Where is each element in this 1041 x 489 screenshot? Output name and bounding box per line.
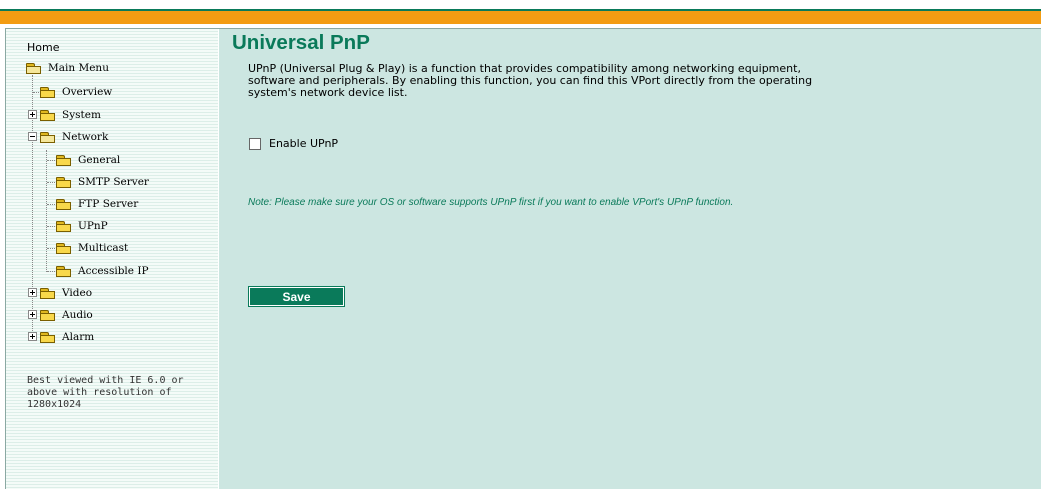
sidebar-home-link[interactable]: Home — [27, 41, 59, 54]
sidebar-item-smtp-server[interactable]: SMTP Server — [56, 173, 149, 190]
sidebar-item-audio[interactable]: Audio — [28, 306, 93, 323]
sidebar-item-network[interactable]: Network — [28, 128, 108, 145]
enable-upnp-option[interactable]: Enable UPnP — [249, 137, 338, 150]
main-content: Universal PnP UPnP (Universal Plug & Pla… — [219, 29, 1041, 489]
sidebar-item-label: Main Menu — [48, 61, 109, 74]
sidebar-item-label: Accessible IP — [78, 264, 149, 277]
expand-plus-icon[interactable] — [28, 310, 37, 319]
folder-open-icon — [40, 131, 56, 143]
sidebar-item-label: Alarm — [62, 330, 95, 343]
sidebar-item-general[interactable]: General — [56, 151, 120, 168]
sidebar-item-label: Audio — [62, 308, 93, 321]
sidebar-item-accessible-ip[interactable]: Accessible IP — [56, 262, 149, 279]
sidebar-item-label: Multicast — [78, 241, 129, 254]
folder-icon — [40, 109, 56, 121]
top-banner — [0, 11, 1041, 24]
folder-icon — [56, 242, 72, 254]
sidebar-item-alarm[interactable]: Alarm — [28, 328, 94, 345]
sidebar-item-upnp[interactable]: UPnP — [56, 217, 108, 234]
expand-plus-icon[interactable] — [28, 332, 37, 341]
folder-icon — [40, 309, 56, 321]
folder-icon — [40, 331, 56, 343]
upnp-note: Note: Please make sure your OS or softwa… — [248, 197, 734, 208]
save-button[interactable]: Save — [248, 286, 345, 307]
page-description: UPnP (Universal Plug & Play) is a functi… — [248, 62, 813, 99]
sidebar-item-label: General — [78, 153, 121, 166]
folder-icon — [56, 198, 72, 210]
tree-connector — [47, 160, 55, 161]
sidebar-item-system[interactable]: System — [28, 106, 101, 123]
enable-upnp-checkbox[interactable] — [249, 137, 261, 150]
enable-upnp-label[interactable]: Enable UPnP — [269, 137, 338, 150]
sidebar-item-label: SMTP Server — [78, 175, 149, 188]
sidebar-item-video[interactable]: Video — [28, 284, 92, 301]
page-title: Universal PnP — [232, 31, 370, 54]
sidebar-item-label: UPnP — [78, 219, 108, 232]
browser-recommendation-note: Best viewed with IE 6.0 or above with re… — [27, 375, 184, 410]
tree-connector — [33, 92, 39, 93]
tree-connector — [47, 226, 55, 227]
folder-icon — [56, 176, 72, 188]
folder-open-icon — [26, 62, 42, 74]
folder-icon — [56, 154, 72, 166]
tree-connector — [47, 204, 55, 205]
folder-icon — [40, 86, 56, 98]
sidebar-item-label: System — [62, 108, 101, 121]
sidebar-item-label: Video — [62, 286, 93, 299]
tree-connector — [47, 182, 55, 183]
folder-icon — [40, 287, 56, 299]
tree-connector — [47, 248, 55, 249]
sidebar-navigation: Home Main Menu Overview System Network G… — [6, 29, 218, 489]
collapse-minus-icon[interactable] — [28, 132, 37, 141]
sidebar-item-ftp-server[interactable]: FTP Server — [56, 195, 138, 212]
folder-icon — [56, 265, 72, 277]
folder-icon — [56, 220, 72, 232]
expand-plus-icon[interactable] — [28, 288, 37, 297]
tree-connector — [47, 271, 55, 272]
sidebar-item-overview[interactable]: Overview — [40, 83, 112, 100]
sidebar-item-multicast[interactable]: Multicast — [56, 239, 128, 256]
expand-plus-icon[interactable] — [28, 110, 37, 119]
sidebar-item-label: FTP Server — [78, 197, 139, 210]
tree-connector — [46, 150, 47, 272]
sidebar-item-label: Overview — [62, 85, 113, 98]
sidebar-item-label: Network — [62, 130, 109, 143]
sidebar-item-main-menu[interactable]: Main Menu — [26, 59, 109, 76]
